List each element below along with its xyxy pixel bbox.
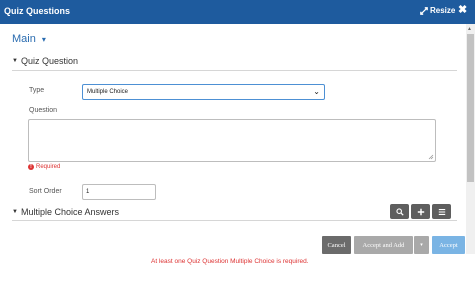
type-select-value: Multiple Choice <box>87 89 129 95</box>
required-text: Required <box>36 164 61 170</box>
type-label: Type <box>29 87 45 94</box>
resize-grip-icon[interactable] <box>428 154 434 160</box>
quiz-question-section-toggle[interactable]: ▼ Quiz Question <box>12 56 78 66</box>
plus-icon <box>417 208 424 215</box>
quiz-question-heading: Quiz Question <box>20 56 78 66</box>
main-label: Main <box>12 33 36 45</box>
accept-options-dropdown[interactable]: ▾ <box>414 236 429 254</box>
sort-order-value: 1 <box>86 189 90 195</box>
type-select[interactable]: Multiple Choice ⌄ <box>82 84 325 100</box>
answers-error-message: At least one Quiz Question Multiple Choi… <box>151 258 309 265</box>
chevron-down-icon: ▾ <box>41 34 46 44</box>
main-section-dropdown[interactable]: Main ▾ <box>12 33 46 45</box>
dialog-title: Quiz Questions <box>4 6 71 16</box>
required-validation: ! Required <box>28 164 60 170</box>
chevron-down-icon: ⌄ <box>313 87 320 96</box>
section-divider <box>12 220 457 221</box>
scrollbar-thumb[interactable] <box>467 34 474 182</box>
exclamation-icon: ! <box>28 164 34 170</box>
scroll-up-icon[interactable]: ▲ <box>467 26 472 32</box>
question-label: Question <box>29 107 58 114</box>
collapse-triangle-icon: ▼ <box>12 58 18 64</box>
search-icon <box>395 207 404 216</box>
accept-button[interactable]: Accept <box>432 236 465 254</box>
add-button[interactable] <box>411 204 430 219</box>
section-divider <box>12 70 457 71</box>
cancel-button[interactable]: Cancel <box>322 236 351 254</box>
resize-button[interactable]: Resize <box>420 6 455 15</box>
accept-and-add-button[interactable]: Accept and Add <box>354 236 413 254</box>
dialog-titlebar: Quiz Questions Resize ✖ <box>0 0 475 24</box>
collapse-triangle-icon: ▼ <box>12 209 18 215</box>
sort-order-input[interactable]: 1 <box>82 184 156 200</box>
search-button[interactable] <box>390 204 409 219</box>
sort-order-label: Sort Order <box>29 188 62 195</box>
resize-label: Resize <box>430 6 456 15</box>
answers-heading: Multiple Choice Answers <box>20 207 119 217</box>
resize-icon <box>420 6 428 15</box>
question-textarea[interactable] <box>28 119 436 162</box>
vertical-scrollbar[interactable]: ▲ <box>466 24 475 254</box>
answers-section-toggle[interactable]: ▼ Multiple Choice Answers <box>12 207 119 217</box>
menu-icon <box>438 208 445 215</box>
menu-button[interactable] <box>432 204 451 219</box>
close-icon[interactable]: ✖ <box>458 5 467 16</box>
